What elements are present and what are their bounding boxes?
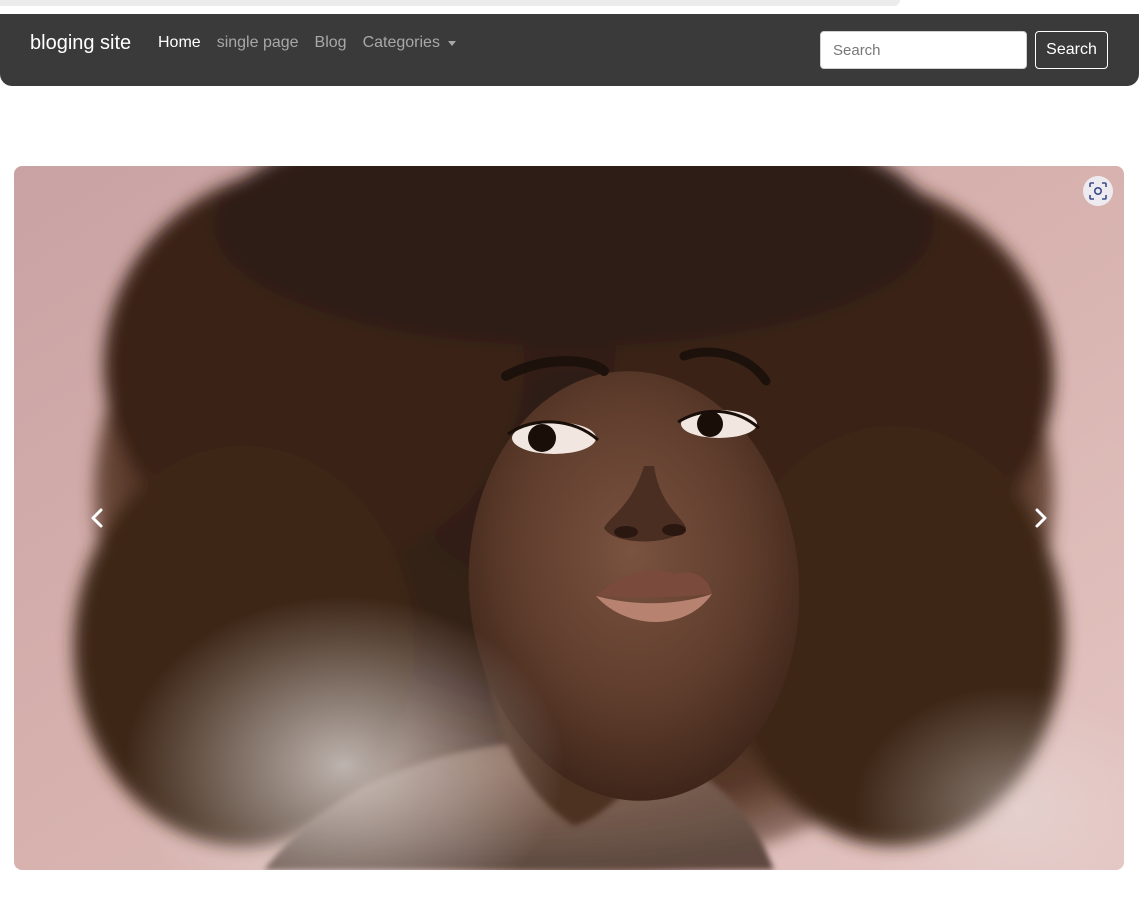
nav-links: Home single page Blog Categories [158, 33, 472, 53]
carousel-next-button[interactable] [1021, 498, 1061, 538]
brand-link[interactable]: bloging site [30, 31, 131, 55]
nav-item-blog: Blog [315, 33, 347, 53]
carousel-photo [14, 166, 1124, 870]
search-button[interactable]: Search [1035, 31, 1108, 69]
nav-link-single-page[interactable]: single page [217, 33, 299, 53]
nav-item-single-page: single page [217, 33, 299, 53]
chevron-left-icon [91, 508, 103, 528]
visual-search-button[interactable] [1083, 176, 1113, 206]
search-input[interactable] [820, 31, 1027, 69]
nav-item-home: Home [158, 33, 201, 53]
carousel-prev-button[interactable] [77, 498, 117, 538]
browser-tab-edge [0, 0, 900, 6]
chevron-right-icon [1035, 508, 1047, 528]
caret-down-icon [447, 40, 456, 46]
categories-label: Categories [362, 34, 440, 51]
image-carousel [14, 166, 1124, 870]
image-search-icon [1089, 182, 1107, 200]
nav-link-home[interactable]: Home [158, 33, 201, 53]
nav-link-blog[interactable]: Blog [315, 33, 347, 53]
nav-link-categories-dropdown[interactable]: Categories [363, 33, 456, 53]
browser-top-strip [0, 0, 1139, 14]
navbar: bloging site Home single page Blog Categ… [0, 14, 1139, 86]
nav-item-categories: Categories [363, 33, 456, 53]
